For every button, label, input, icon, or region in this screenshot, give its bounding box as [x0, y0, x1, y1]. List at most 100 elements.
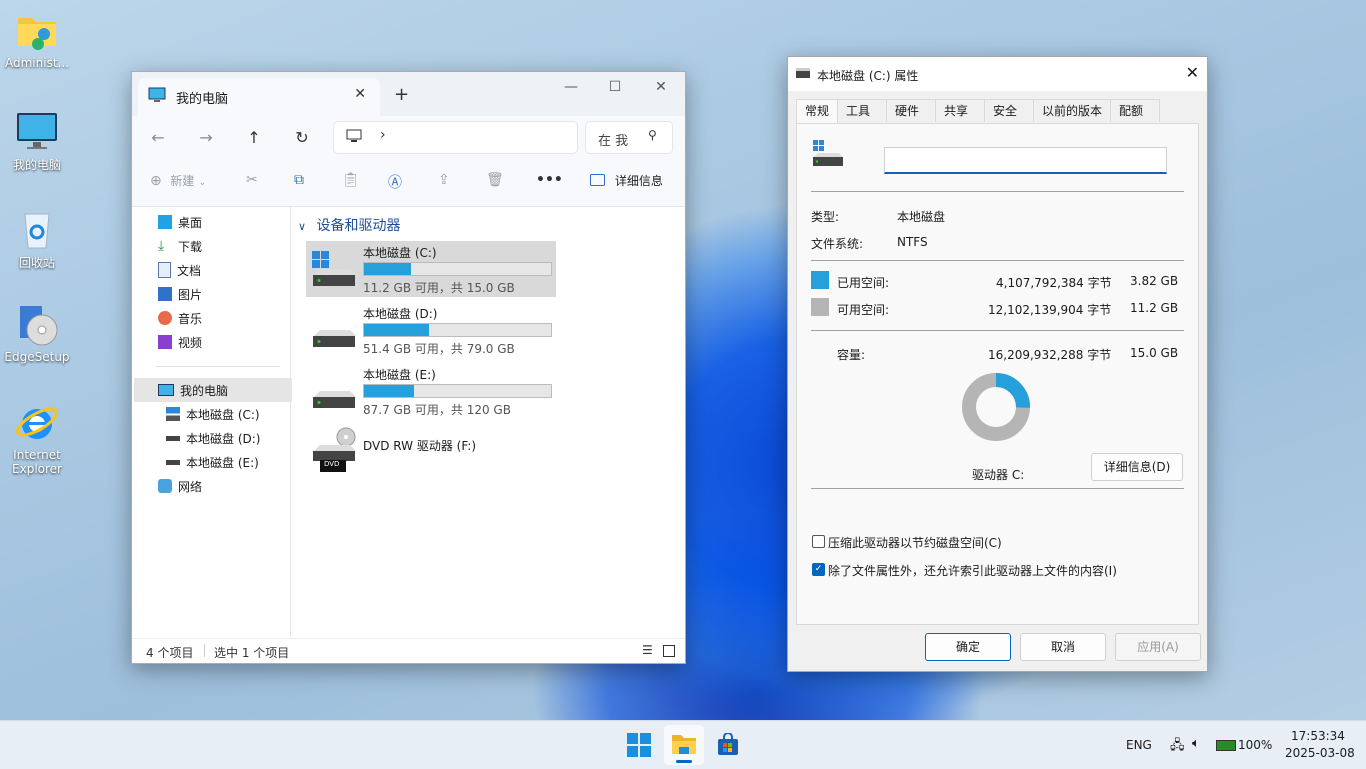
more-options-button[interactable]: •••: [536, 172, 563, 188]
tab-title: 我的电脑: [176, 91, 229, 107]
drive-item-f[interactable]: DVD DVD RW 驱动器 (F:): [306, 427, 556, 485]
tiles-view-icon[interactable]: [663, 645, 675, 657]
sidebar-item-my-computer[interactable]: 我的电脑: [134, 378, 312, 402]
sidebar-item-label: 网络: [178, 479, 203, 494]
address-bar[interactable]: ›: [333, 121, 578, 154]
start-button[interactable]: [626, 732, 652, 758]
drive-usage-fill: [364, 263, 411, 275]
drive-properties-dialog: 本地磁盘 (C:) 属性 ✕ 常规 工具 硬件 共享 安全 以前的版本 配额 类…: [787, 56, 1208, 672]
desktop-icon-recycle-bin[interactable]: 回收站: [0, 206, 74, 271]
used-space-label: 已用空间:: [837, 276, 890, 290]
list-view-icon[interactable]: ☰: [642, 643, 653, 657]
tab-previous-versions[interactable]: 以前的版本: [1033, 99, 1112, 122]
content-pane: ∨ 设备和驱动器 本地磁盘 (C:) 11.2 GB 可用，共 15.0 GB …: [292, 207, 684, 637]
close-dialog-button[interactable]: ✕: [1186, 63, 1199, 82]
sidebar-item-videos[interactable]: 视频 📌︎: [134, 330, 312, 354]
property-tabs: 常规 工具 硬件 共享 安全 以前的版本 配额: [796, 99, 1161, 124]
drive-icon: [796, 68, 810, 78]
drive-icon: [312, 373, 356, 413]
sidebar-item-label: 下载: [178, 239, 203, 254]
desktop-icon: [158, 215, 172, 229]
share-icon[interactable]: ⇪: [438, 172, 450, 188]
sidebar-item-documents[interactable]: 文档 📌︎: [134, 258, 312, 282]
drive-item-e[interactable]: 本地磁盘 (E:) 87.7 GB 可用，共 120 GB: [306, 363, 556, 419]
index-checkbox[interactable]: ✓: [812, 563, 825, 576]
close-window-button[interactable]: ✕: [638, 72, 684, 102]
cancel-button[interactable]: 取消: [1020, 633, 1106, 661]
sidebar-item-network[interactable]: 网络: [134, 474, 312, 498]
desktop-icon-administrator[interactable]: Administ...: [0, 8, 74, 70]
delete-icon[interactable]: 🗑︎: [486, 172, 504, 188]
monitor-icon: [346, 129, 362, 146]
tab-hardware[interactable]: 硬件: [886, 99, 937, 122]
windows-drive-icon: [166, 407, 180, 421]
free-space-label: 可用空间:: [837, 303, 890, 317]
taskbar-store[interactable]: [716, 732, 740, 757]
network-status-icon[interactable]: 🖧︎: [1170, 736, 1185, 758]
filesystem-value: NTFS: [897, 235, 928, 249]
new-button[interactable]: ⊕ 新建 ⌄: [150, 172, 206, 189]
sidebar-item-pictures[interactable]: 图片 📌︎: [134, 282, 312, 306]
desktop-icon-internet-explorer[interactable]: Internet Explorer: [0, 400, 74, 476]
network-icon: [158, 479, 172, 493]
tab-general[interactable]: 常规: [796, 99, 839, 124]
command-bar: ⊕ 新建 ⌄ ✂ ⧉ 📋︎ Ⓐ ⇪ 🗑︎ ••• 详细信息: [132, 158, 685, 207]
tab-tools[interactable]: 工具: [837, 99, 888, 122]
selected-count: 选中 1 个项目: [214, 646, 290, 660]
battery-icon[interactable]: [1216, 740, 1236, 751]
sidebar-item-label: 文档: [177, 263, 202, 278]
drive-space-info: 87.7 GB 可用，共 120 GB: [363, 403, 511, 417]
sidebar-item-desktop[interactable]: 桌面 📌︎: [134, 210, 312, 234]
up-button[interactable]: ↑: [242, 126, 266, 150]
volume-label-input[interactable]: [884, 147, 1167, 174]
minimize-button[interactable]: —: [548, 72, 594, 102]
tab-my-computer[interactable]: 我的电脑 ✕: [138, 78, 380, 116]
divider: [811, 488, 1184, 489]
type-value: 本地磁盘: [897, 210, 946, 224]
tab-sharing[interactable]: 共享: [935, 99, 986, 122]
volume-icon[interactable]: 🔈︎: [1192, 736, 1200, 751]
search-icon[interactable]: ⚲: [648, 128, 657, 142]
forward-button[interactable]: →: [194, 126, 218, 150]
new-tab-button[interactable]: +: [394, 84, 409, 105]
used-color-swatch: [811, 271, 829, 289]
desktop-icon-edgesetup[interactable]: EdgeSetup: [0, 302, 74, 364]
desktop-icon-my-computer[interactable]: 我的电脑: [0, 108, 74, 173]
back-button[interactable]: ←: [146, 126, 170, 150]
compress-checkbox[interactable]: [812, 535, 825, 548]
chevron-right-icon[interactable]: ›: [380, 127, 386, 143]
clock-time[interactable]: 17:53:34: [1291, 729, 1345, 743]
drive-item-d[interactable]: 本地磁盘 (D:) 51.4 GB 可用，共 79.0 GB: [306, 302, 556, 358]
sidebar-item-music[interactable]: 音乐 📌︎: [134, 306, 312, 330]
copy-icon[interactable]: ⧉: [294, 172, 304, 188]
drive-name: 本地磁盘 (E:): [363, 368, 436, 382]
taskbar-file-explorer[interactable]: [664, 725, 704, 765]
drive-item-c[interactable]: 本地磁盘 (C:) 11.2 GB 可用，共 15.0 GB: [306, 241, 556, 297]
item-count: 4 个项目: [146, 646, 194, 660]
ok-button[interactable]: 确定: [925, 633, 1011, 661]
apply-button[interactable]: 应用(A): [1115, 633, 1201, 661]
tab-quota[interactable]: 配额: [1110, 99, 1161, 122]
dialog-titlebar: 本地磁盘 (C:) 属性 ✕: [788, 57, 1207, 91]
language-indicator[interactable]: ENG: [1126, 738, 1152, 752]
rename-icon[interactable]: Ⓐ: [388, 172, 402, 192]
compress-label[interactable]: 压缩此驱动器以节约磁盘空间(C): [828, 534, 1002, 551]
search-box[interactable]: 在 我 ⚲: [585, 121, 673, 154]
maximize-button[interactable]: ☐: [592, 72, 638, 102]
sidebar-item-label: 音乐: [178, 311, 203, 326]
disk-cleanup-details-button[interactable]: 详细信息(D): [1091, 453, 1183, 481]
drive-usage-bar: [363, 384, 552, 398]
section-header[interactable]: ∨ 设备和驱动器: [298, 215, 401, 235]
index-label[interactable]: 除了文件属性外，还允许索引此驱动器上文件的内容(I): [828, 562, 1117, 579]
tab-security[interactable]: 安全: [984, 99, 1035, 122]
refresh-button[interactable]: ↻: [290, 126, 314, 150]
paste-icon[interactable]: 📋︎: [342, 172, 360, 188]
pane-divider[interactable]: [290, 207, 291, 637]
dvd-badge: DVD: [324, 460, 340, 468]
sidebar-item-label: 我的电脑: [180, 383, 229, 398]
sidebar-item-downloads[interactable]: ⤓ 下载 📌︎: [134, 234, 312, 258]
close-tab-icon[interactable]: ✕: [354, 86, 366, 102]
details-button[interactable]: 详细信息: [590, 172, 663, 189]
cut-icon[interactable]: ✂: [246, 172, 258, 188]
clock-date[interactable]: 2025-03-08: [1285, 746, 1355, 760]
